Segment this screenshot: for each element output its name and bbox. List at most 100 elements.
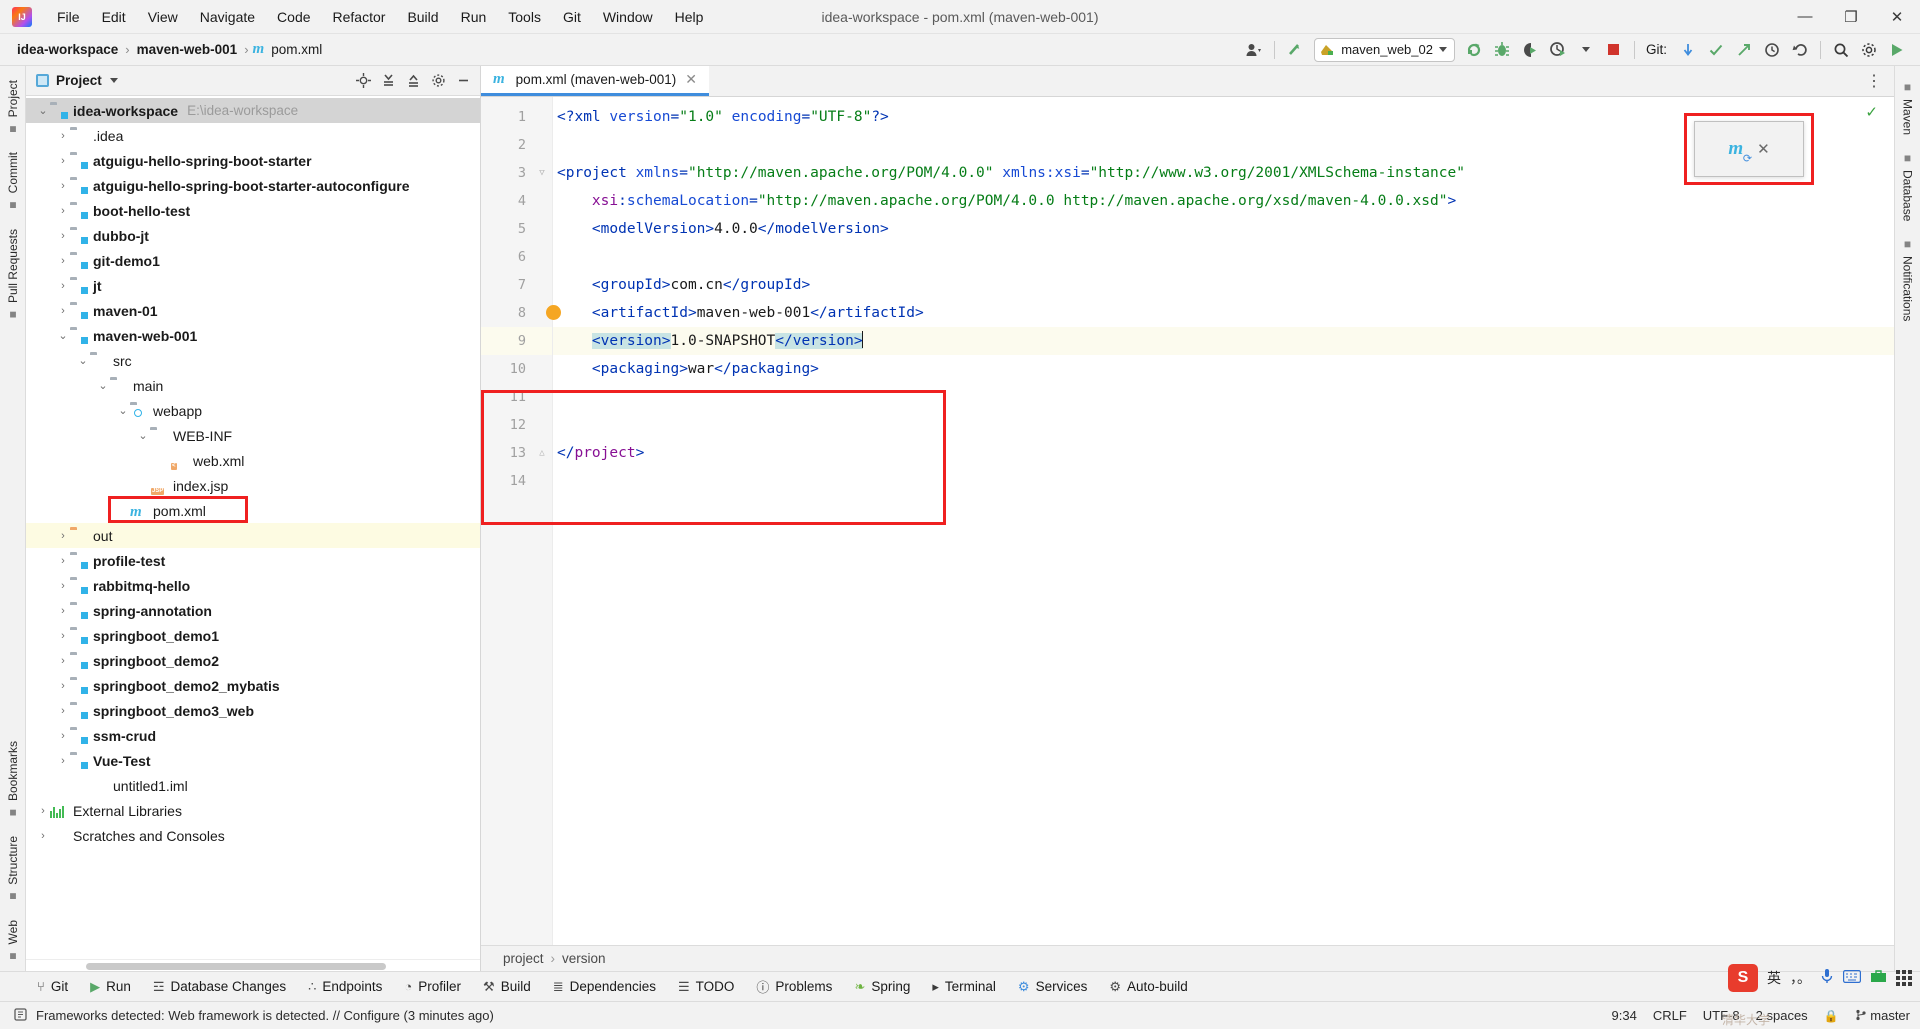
code-line-9[interactable]: <version>1.0-SNAPSHOT</version> (553, 327, 1894, 355)
chevron-right-icon[interactable]: › (56, 280, 70, 292)
tree-node-index-jsp[interactable]: JSP index.jsp (26, 473, 480, 498)
user-profile-icon[interactable] (1241, 38, 1267, 62)
ime-mode-indicator[interactable]: 英 (1767, 968, 1781, 988)
code-line-1[interactable]: <?xml version="1.0" encoding="UTF-8"?> (553, 103, 1894, 131)
run-configuration-selector[interactable]: maven_web_02 (1314, 37, 1455, 62)
line-number-4[interactable]: 4 (481, 187, 552, 215)
toolwindow-auto-build[interactable]: ⚙ Auto-build (1098, 976, 1198, 998)
line-number-2[interactable]: 2 (481, 131, 552, 159)
toolbox-icon[interactable] (1870, 969, 1887, 987)
tree-node-atguigu-hello-spring-boot-starter[interactable]: › atguigu-hello-spring-boot-starter (26, 148, 480, 173)
chevron-right-icon[interactable]: › (56, 730, 70, 742)
git-push-icon[interactable] (1731, 38, 1757, 62)
menu-item-window[interactable]: Window (592, 5, 664, 29)
menu-item-git[interactable]: Git (552, 5, 592, 29)
locate-icon[interactable] (352, 70, 374, 92)
chevron-down-icon[interactable]: ⌄ (76, 354, 90, 367)
chevron-right-icon[interactable]: › (56, 530, 70, 542)
git-update-icon[interactable] (1703, 38, 1729, 62)
minimize-button[interactable]: — (1782, 0, 1828, 34)
tree-node-spring-annotation[interactable]: › spring-annotation (26, 598, 480, 623)
line-number-14[interactable]: 14 (481, 467, 552, 495)
menu-item-run[interactable]: Run (450, 5, 498, 29)
git-commit-icon[interactable] (1675, 38, 1701, 62)
code-line-8[interactable]: <artifactId>maven-web-001</artifactId> (553, 299, 1894, 327)
search-everywhere-icon[interactable] (1828, 38, 1854, 62)
menu-item-help[interactable]: Help (664, 5, 715, 29)
chevron-down-icon[interactable]: ⌄ (56, 329, 70, 342)
chevron-right-icon[interactable]: › (56, 255, 70, 267)
rail-item-database[interactable]: ■ Database (1899, 143, 1917, 229)
line-number-6[interactable]: 6 (481, 243, 552, 271)
mic-icon[interactable] (1820, 968, 1834, 988)
tree-node-jt[interactable]: › jt (26, 273, 480, 298)
menu-item-edit[interactable]: Edit (91, 5, 137, 29)
tree-node-src[interactable]: ⌄ src (26, 348, 480, 373)
menu-item-view[interactable]: View (137, 5, 189, 29)
chevron-right-icon[interactable]: › (36, 830, 50, 842)
chevron-right-icon[interactable]: › (56, 305, 70, 317)
chevron-right-icon[interactable]: › (56, 705, 70, 717)
close-icon[interactable]: ✕ (1757, 140, 1770, 158)
code-line-5[interactable]: <modelVersion>4.0.0</modelVersion> (553, 215, 1894, 243)
code-line-13[interactable]: </project> (553, 439, 1894, 467)
chevron-down-icon[interactable]: ⌄ (36, 104, 50, 117)
tree-node-vue-test[interactable]: › Vue-Test (26, 748, 480, 773)
chevron-right-icon[interactable]: › (56, 755, 70, 767)
caret-position[interactable]: 9:34 (1612, 1008, 1637, 1023)
breadcrumb-version[interactable]: version (562, 951, 606, 966)
code-line-12[interactable] (553, 411, 1894, 439)
chevron-right-icon[interactable]: › (56, 230, 70, 242)
chevron-right-icon[interactable]: › (56, 555, 70, 567)
chevron-right-icon[interactable]: › (56, 605, 70, 617)
toolwindow-build[interactable]: ⚒ Build (472, 976, 542, 998)
grid-menu-icon[interactable] (1896, 970, 1912, 986)
rail-item-bookmarks[interactable]: ■ Bookmarks (4, 733, 22, 828)
code-line-10[interactable]: <packaging>war</packaging> (553, 355, 1894, 383)
code-line-14[interactable] (553, 467, 1894, 495)
chevron-right-icon[interactable]: › (56, 155, 70, 167)
expand-all-icon[interactable] (377, 70, 399, 92)
tree-node-maven-01[interactable]: › maven-01 (26, 298, 480, 323)
tree-node-web-inf[interactable]: ⌄ WEB-INF (26, 423, 480, 448)
rail-item-pull-requests[interactable]: ■ Pull Requests (4, 221, 22, 330)
code-editor[interactable]: 1 2 3 ▽ 4 5 6 7 8 9 10 11 12 13 △ 14 <?xml version="1.0… (481, 97, 1894, 945)
chevron-right-icon[interactable]: › (56, 630, 70, 642)
inspection-status-icon[interactable]: ✓ (1865, 103, 1878, 121)
chevron-down-icon[interactable]: ⌄ (116, 404, 130, 417)
collapse-all-icon[interactable] (402, 70, 424, 92)
code-fold-icon[interactable]: ▽ (537, 168, 547, 178)
menu-item-tools[interactable]: Tools (497, 5, 552, 29)
breadcrumb-item-module[interactable]: maven-web-001 (134, 40, 241, 59)
tab-pom-xml[interactable]: m pom.xml (maven-web-001) ✕ (481, 66, 709, 96)
rail-item-structure[interactable]: ■ Structure (4, 828, 22, 912)
tree-node-profile-test[interactable]: › profile-test (26, 548, 480, 573)
settings-icon[interactable] (427, 70, 449, 92)
toolwindow-problems[interactable]: ⓘ Problems (745, 974, 843, 999)
line-number-gutter[interactable]: 1 2 3 ▽ 4 5 6 7 8 9 10 11 12 13 △ 14 (481, 97, 561, 945)
toolwindow-profiler[interactable]: ◔ Profiler (393, 976, 472, 997)
menu-item-build[interactable]: Build (396, 5, 449, 29)
run-with-coverage-icon[interactable] (1517, 38, 1543, 62)
code-fold-icon[interactable]: △ (537, 448, 547, 458)
toolwindow-dependencies[interactable]: ≣ Dependencies (542, 976, 667, 998)
tree-node-webapp[interactable]: ⌄ webapp (26, 398, 480, 423)
menu-item-refactor[interactable]: Refactor (322, 5, 397, 29)
line-number-13[interactable]: 13 △ (481, 439, 552, 467)
line-number-12[interactable]: 12 (481, 411, 552, 439)
tree-node-rabbitmq-hello[interactable]: › rabbitmq-hello (26, 573, 480, 598)
editor-options-icon[interactable]: ⋮ (1854, 66, 1894, 96)
run-icon[interactable] (1884, 38, 1910, 62)
scrollbar-thumb[interactable] (86, 963, 386, 970)
chevron-down-icon[interactable]: ⌄ (136, 429, 150, 442)
maven-reload-icon[interactable]: m (1728, 138, 1751, 165)
chevron-down-icon[interactable]: ⌄ (96, 379, 110, 392)
tree-node-pom-xml[interactable]: m pom.xml (26, 498, 480, 523)
tree-node-idea-workspace[interactable]: ⌄ idea-workspace E:\idea-workspace (26, 98, 480, 123)
settings-icon[interactable] (1856, 38, 1882, 62)
rerun-icon[interactable] (1461, 38, 1487, 62)
code-line-2[interactable] (553, 131, 1894, 159)
chevron-right-icon[interactable]: › (56, 180, 70, 192)
update-project-icon[interactable] (1282, 38, 1308, 62)
tree-node-git-demo1[interactable]: › git-demo1 (26, 248, 480, 273)
